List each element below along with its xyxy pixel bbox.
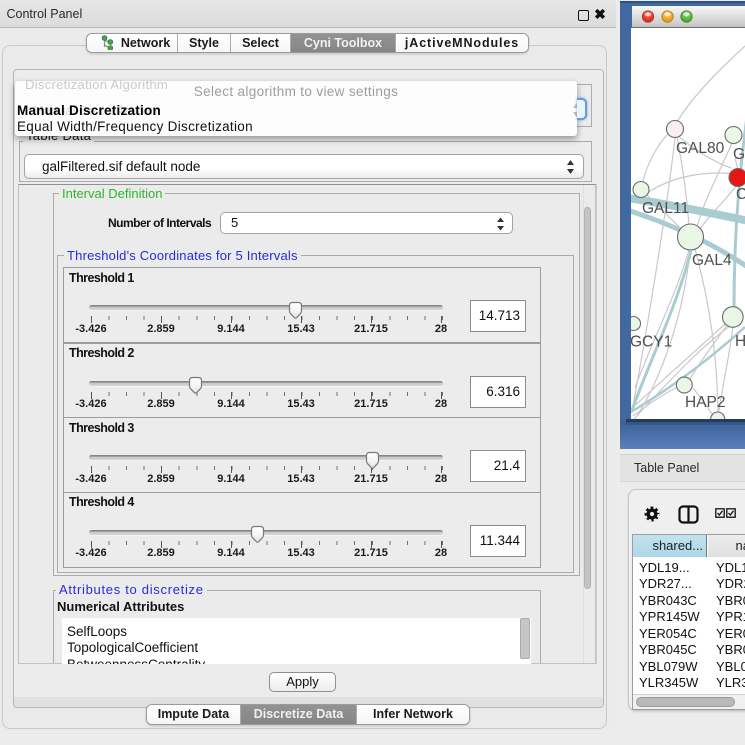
svg-text:GAL11: GAL11: [642, 200, 689, 217]
svg-text:HI: HI: [735, 333, 745, 350]
svg-text:GA: GA: [733, 146, 745, 163]
svg-text:HAP2: HAP2: [685, 394, 726, 411]
svg-text:GAL4: GAL4: [692, 252, 732, 269]
svg-text:GAL80: GAL80: [676, 140, 725, 157]
svg-text:GCY1: GCY1: [631, 334, 672, 351]
svg-text:CY: CY: [736, 186, 745, 203]
